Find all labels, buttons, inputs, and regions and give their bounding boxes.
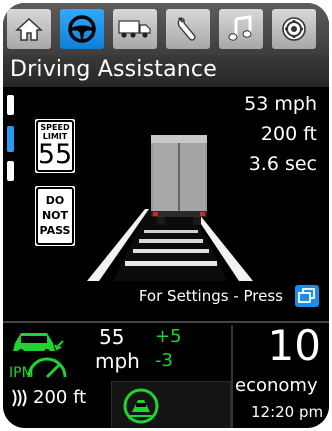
settings-button[interactable]	[295, 285, 319, 307]
follow-distance: 200 ft	[33, 387, 87, 408]
tab-home[interactable]	[7, 9, 51, 49]
lane-keep-icon	[123, 388, 159, 424]
lead-vehicle-distance: 200 ft	[260, 123, 317, 145]
page-indicator-1	[7, 95, 14, 115]
set-speed-unit: mph	[95, 349, 140, 373]
windows-icon	[298, 288, 315, 303]
do-not-pass-sign: DO NOT PASS	[33, 184, 77, 248]
home-icon	[15, 17, 43, 41]
ipm-label: IPM	[9, 365, 34, 381]
clock: 12:20 pm	[251, 403, 324, 421]
time-gap: 3.6 sec	[248, 153, 317, 175]
settings-hint: For Settings - Press	[138, 287, 283, 305]
settings-gear-icon	[282, 17, 306, 41]
speed-limit-sign: SPEED LIMIT 55	[33, 117, 77, 175]
driving-display: Driving Assistance SPEED LIMIT 55 DO NOT…	[3, 3, 329, 428]
tab-settings[interactable]	[272, 9, 316, 49]
speed-limit-label-1: SPEED	[40, 123, 70, 132]
status-bar: IPM 55 mph +5 -3 200 ft 10 economy 12:20…	[3, 321, 329, 428]
assistance-panel: SPEED LIMIT 55 DO NOT PASS 53 mph 200 ft…	[17, 91, 325, 317]
page-indicator-active	[7, 126, 14, 152]
tab-audio[interactable]	[219, 9, 263, 49]
do-not-pass-line-2: NOT	[41, 209, 69, 222]
lane-keep-indicator	[111, 381, 231, 428]
tab-service[interactable]	[166, 9, 210, 49]
page-header: Driving Assistance	[3, 55, 329, 87]
lead-vehicle-speed: 53 mph	[244, 93, 317, 115]
wrench-icon	[177, 17, 196, 41]
vertical-divider	[231, 325, 233, 428]
tab-vehicle[interactable]	[113, 9, 157, 49]
page-indicator-3	[7, 161, 14, 181]
speed-limit-value: 55	[37, 139, 73, 170]
follow-distance-icon	[12, 389, 27, 407]
economy-label: economy	[235, 375, 318, 396]
do-not-pass-line-3: PASS	[39, 224, 71, 237]
page-title: Driving Assistance	[10, 57, 217, 82]
tab-bar	[3, 3, 329, 55]
speed-offset-plus: +5	[155, 326, 182, 347]
music-icon	[228, 15, 252, 41]
set-speed: 55	[99, 325, 125, 349]
speed-offset-minus: -3	[155, 350, 173, 371]
truck-icon	[118, 20, 151, 38]
do-not-pass-line-1: DO	[45, 194, 65, 207]
steering-wheel-icon	[68, 15, 96, 43]
economy-value: 10	[267, 321, 321, 370]
tab-driving-assistance[interactable]	[60, 9, 104, 49]
